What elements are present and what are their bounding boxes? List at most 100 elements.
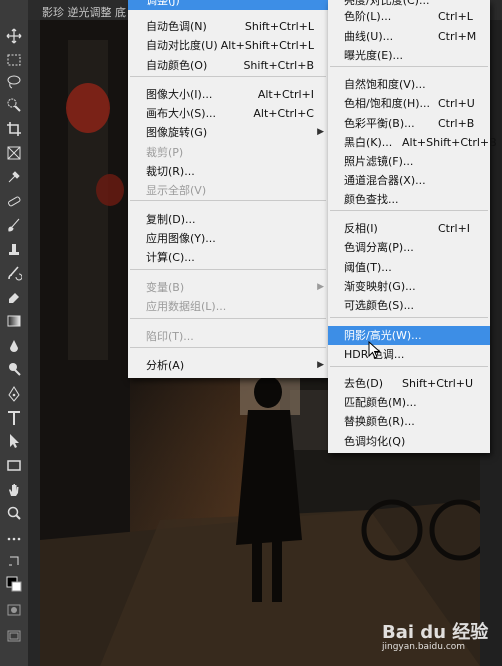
submenu-arrow-icon: ▶ [317, 282, 324, 292]
adjustments-menu-item[interactable]: 匹配颜色(M)... [328, 393, 490, 412]
menu-item-label: 计算(C)... [146, 251, 195, 264]
healing-icon[interactable] [2, 191, 26, 211]
adjustments-menu-item[interactable]: 自然饱和度(V)... [328, 75, 490, 94]
stamp-icon[interactable] [2, 239, 26, 259]
adjustments-menu-item[interactable]: 反相(I) Ctrl+I [328, 219, 490, 238]
hand-icon[interactable] [2, 480, 26, 500]
menu-item-label: 调整(J) [146, 0, 180, 7]
menu-item-label: 分析(A) [146, 359, 185, 372]
menu-item-label: 匹配颜色(M)... [344, 396, 417, 409]
gradient-icon[interactable] [2, 311, 26, 331]
tools-panel [0, 0, 29, 666]
menu-item-adjustments[interactable]: 调整(J) [128, 0, 328, 10]
move-icon[interactable] [2, 26, 26, 46]
adjustments-menu-item[interactable]: 阈值(T)... [328, 258, 490, 277]
watermark-brand: Bai du 经验 [382, 622, 489, 643]
menu-item-shortcut: Shift+Ctrl+U [402, 377, 474, 390]
menu-item-label: 自动对比度(U) [146, 39, 218, 52]
adjustments-menu-item[interactable]: 曝光度(E)... [328, 46, 490, 65]
image-menu-item[interactable]: 画布大小(S)... Alt+Ctrl+C [128, 104, 328, 123]
path-select-icon[interactable] [2, 431, 26, 451]
menu-item-label: 图像大小(I)... [146, 88, 213, 101]
menu-item-shortcut: Ctrl+L [438, 10, 473, 23]
adjustments-menu-item[interactable]: 色调分离(P)... [328, 238, 490, 257]
image-menu-item[interactable]: 图像旋转(G) ▶ [128, 123, 328, 142]
adjustments-menu-item[interactable]: 可选颜色(S)... [328, 296, 490, 315]
frame-icon[interactable] [2, 143, 26, 163]
crop-icon[interactable] [2, 119, 26, 139]
image-menu-item[interactable]: 应用图像(Y)... [128, 229, 328, 248]
adjustments-menu-item[interactable]: 渐变映射(G)... [328, 277, 490, 296]
type-icon[interactable] [2, 408, 26, 428]
adjustments-menu-item[interactable]: 替换颜色(R)... [328, 412, 490, 431]
adjustments-menu-item[interactable]: 颜色查找... [328, 190, 490, 209]
menu-item-shortcut: Ctrl+U [438, 97, 475, 110]
menu-item-label: 裁切(R)... [146, 165, 195, 178]
eraser-icon[interactable] [2, 287, 26, 307]
adjustments-menu-item[interactable]: 曲线(U)... Ctrl+M [328, 27, 490, 46]
menu-item-label: 图像旋转(G) [146, 126, 208, 139]
menu-item-shortcut: Ctrl+M [438, 30, 477, 43]
adjustments-menu-item[interactable]: 色阶(L)... Ctrl+L [328, 7, 490, 26]
zoom-icon[interactable] [2, 503, 26, 523]
menu-item-label: 自动颜色(O) [146, 59, 208, 72]
image-menu-item[interactable]: 图像大小(I)... Alt+Ctrl+I [128, 85, 328, 104]
menu-item-label: 阈值(T)... [344, 261, 392, 274]
screen-mode-icon[interactable] [2, 626, 26, 646]
adjustments-menu-item[interactable]: 色相/饱和度(H)... Ctrl+U [328, 94, 490, 113]
menu-item-shortcut: Ctrl+B [438, 117, 475, 130]
menu-item-label: 色调分离(P)... [344, 241, 414, 254]
menu-item-shortcut: Alt+Shift+Ctrl+B [402, 136, 497, 149]
canvas-left-gutter [28, 20, 40, 666]
adjustments-menu-item[interactable]: 去色(D) Shift+Ctrl+U [328, 374, 490, 393]
image-menu-item[interactable]: 自动对比度(U) Alt+Shift+Ctrl+L [128, 36, 328, 55]
menu-item-label: 色调均化(Q) [344, 435, 406, 448]
history-brush-icon[interactable] [2, 263, 26, 283]
menu-item-label: 阴影/高光(W)... [344, 329, 422, 342]
menu-item-label: 渐变映射(G)... [344, 280, 416, 293]
menu-item-label: 通道混合器(X)... [344, 174, 426, 187]
baidu-watermark: Bai du 经验 jingyan.baidu.com [382, 618, 489, 652]
image-menu-item[interactable]: 复制(D)... [128, 210, 328, 229]
image-menu-item: 陷印(T)... [128, 327, 328, 346]
image-menu-item[interactable]: 裁切(R)... [128, 162, 328, 181]
document-tab-title[interactable]: 影珍 逆光调整 底 [42, 4, 126, 20]
adjustments-menu-item[interactable]: 通道混合器(X)... [328, 171, 490, 190]
image-menu-item[interactable]: 分析(A) ▶ [128, 356, 328, 375]
menu-item-shortcut: Ctrl+I [438, 222, 471, 235]
image-menu-item: 变量(B) ▶ [128, 278, 328, 297]
menu-separator [330, 210, 488, 211]
adjustments-menu-item[interactable]: 照片滤镜(F)... [328, 152, 490, 171]
marquee-icon[interactable] [2, 50, 26, 70]
menu-item-shortcut: Alt+Ctrl+C [253, 107, 314, 120]
menu-item-label: 应用图像(Y)... [146, 232, 216, 245]
menu-item-label: 陷印(T)... [146, 330, 194, 343]
quick-mask-icon[interactable] [2, 600, 26, 620]
menu-item-label: 颜色查找... [344, 193, 399, 206]
menu-separator [130, 318, 326, 319]
menu-item-shadows-highlights[interactable]: 阴影/高光(W)... [328, 326, 490, 345]
adjustments-menu-item[interactable]: HDR 色调... [328, 345, 490, 364]
menu-item-label: 显示全部(V) [146, 184, 207, 197]
adjustments-submenu: 亮度/对比度(C)... 色阶(L)... Ctrl+L 曲线(U)... Ctrl+M… [328, 0, 497, 453]
color-swatches-icon[interactable] [2, 574, 26, 594]
blur-icon[interactable] [2, 336, 26, 356]
pen-icon[interactable] [2, 384, 26, 404]
adjustments-menu-item[interactable]: 色调均化(Q) [328, 432, 490, 451]
image-menu-item[interactable]: 自动颜色(O) Shift+Ctrl+B [128, 56, 328, 75]
adjustments-menu-item[interactable]: 色彩平衡(B)... Ctrl+B [328, 114, 490, 133]
dodge-icon[interactable] [2, 359, 26, 379]
rectangle-icon[interactable] [2, 455, 26, 475]
more-icon[interactable] [2, 529, 26, 549]
menu-separator [130, 76, 326, 77]
menu-item-label: 自然饱和度(V)... [344, 78, 426, 91]
image-menu-item[interactable]: 自动色调(N) Shift+Ctrl+L [128, 17, 328, 36]
adjustments-menu-item[interactable]: 黑白(K)... Alt+Shift+Ctrl+B [328, 133, 497, 152]
image-menu-item[interactable]: 计算(C)... [128, 248, 328, 267]
swap-colors-icon[interactable] [2, 551, 26, 571]
quick-select-icon[interactable] [2, 95, 26, 115]
brush-icon[interactable] [2, 215, 26, 235]
menu-item-label: 反相(I) [344, 222, 378, 235]
lasso-icon[interactable] [2, 72, 26, 92]
eyedropper-icon[interactable] [2, 167, 26, 187]
